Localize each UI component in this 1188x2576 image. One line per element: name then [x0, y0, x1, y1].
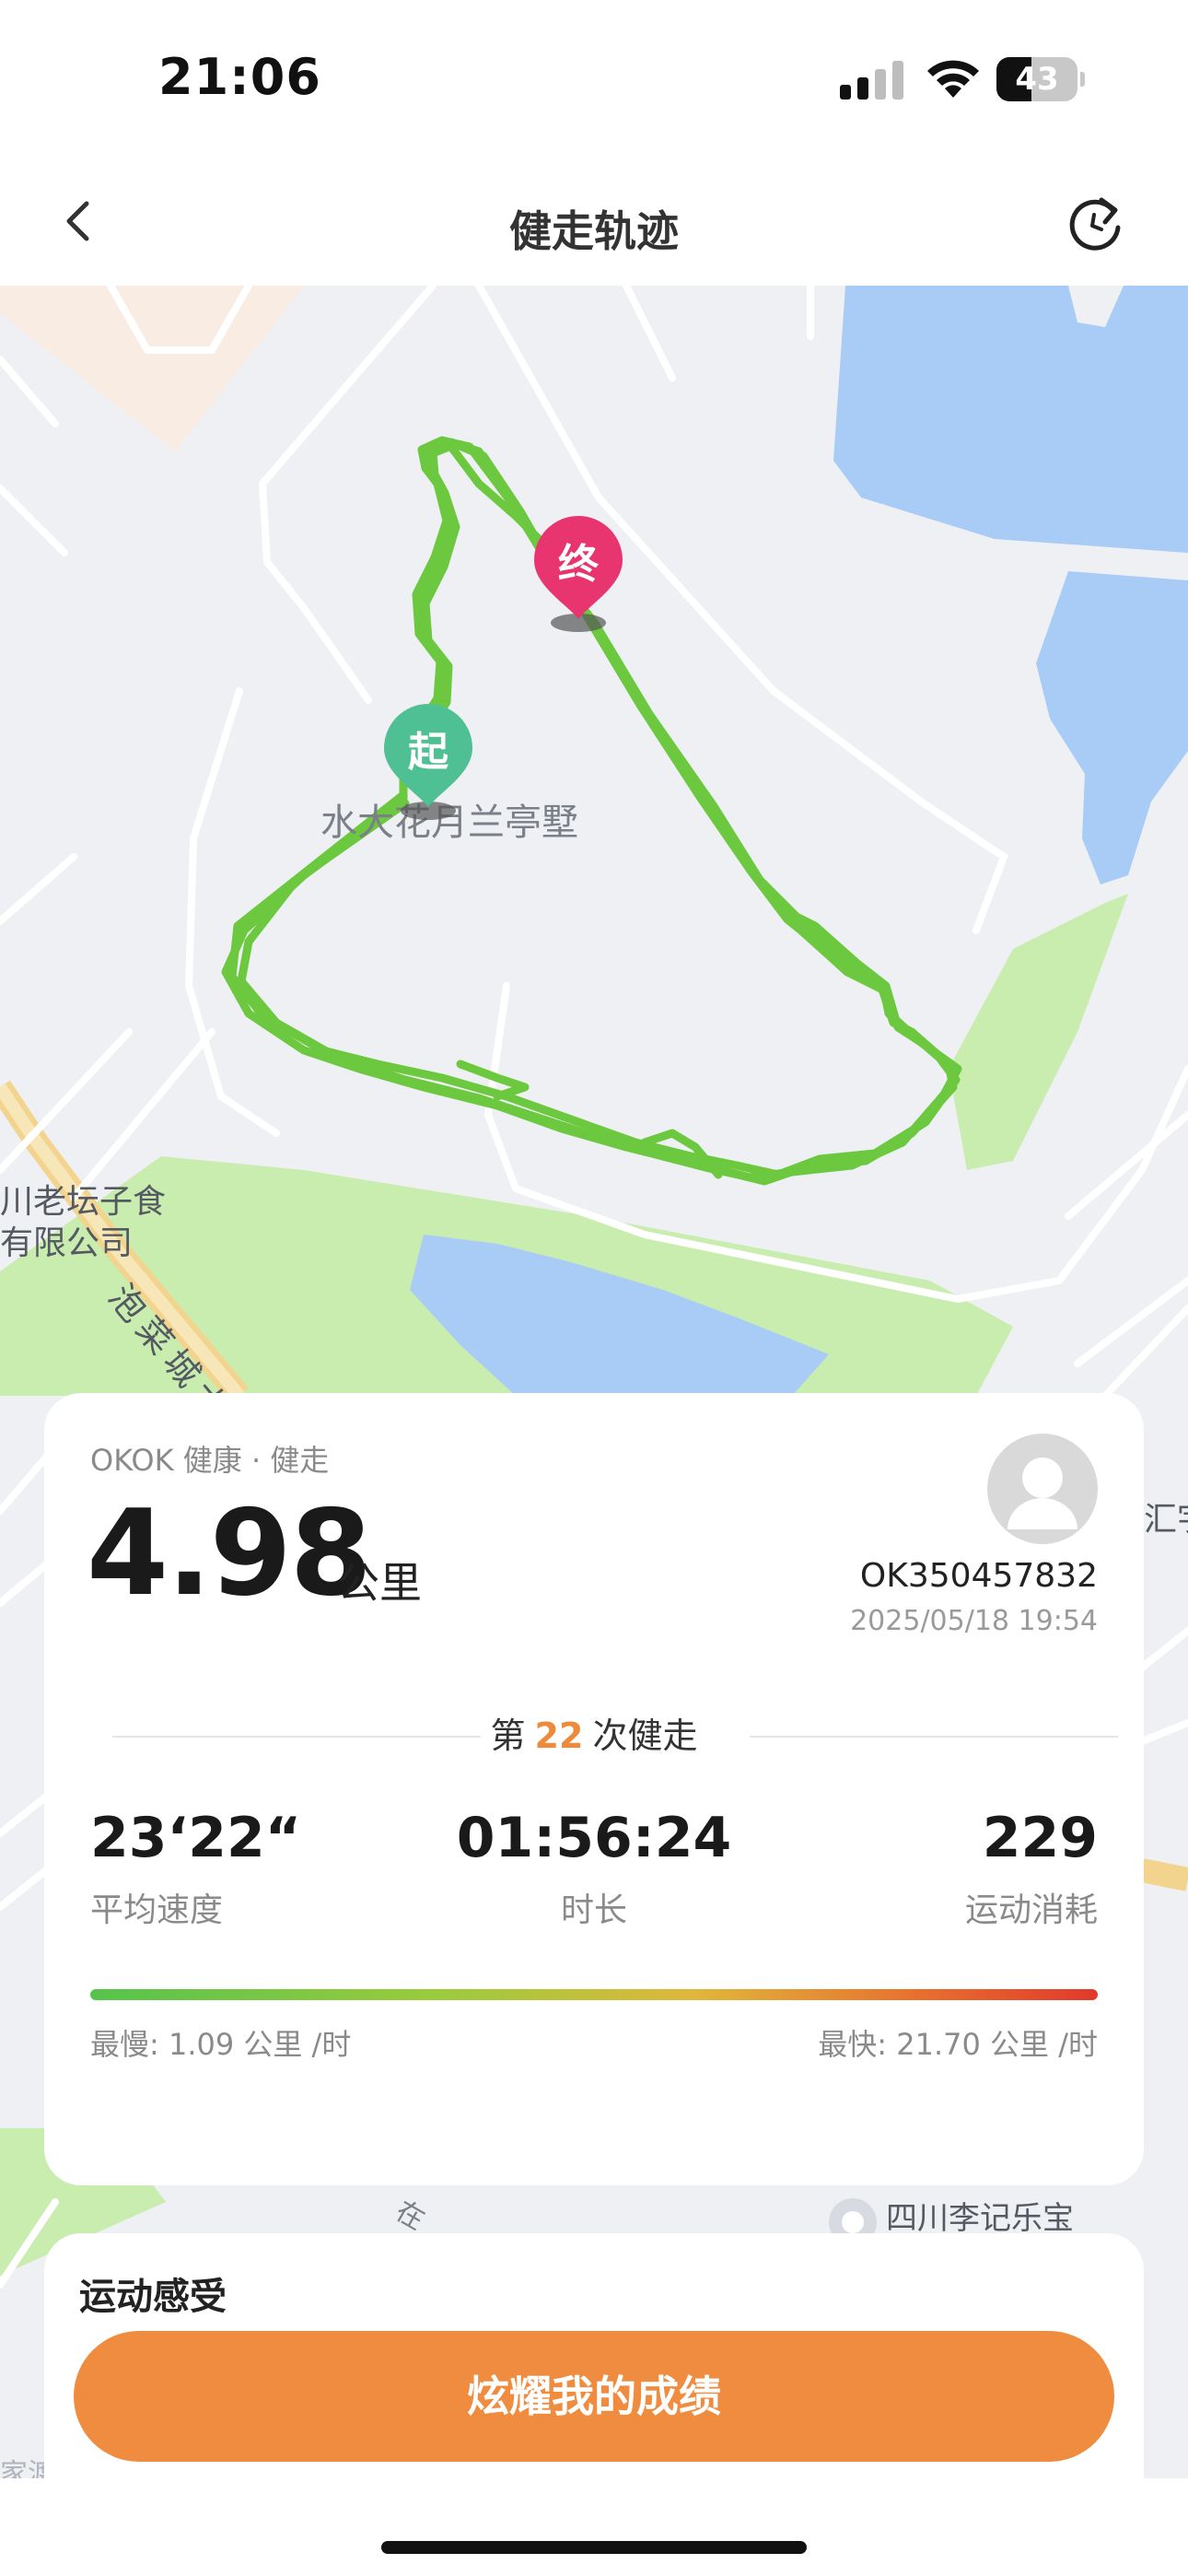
duration-metric: 01:56:24 时长: [410, 1806, 778, 1931]
share-button[interactable]: 炫耀我的成绩: [74, 2331, 1114, 2462]
distance-unit: 公里: [337, 1558, 422, 1608]
refresh-button[interactable]: [1065, 191, 1129, 255]
map-label-company-line2: 有限公司: [0, 1224, 134, 1262]
walk-count-text: 第 22 次健走: [44, 1708, 1144, 1763]
user-icon: [1007, 1458, 1077, 1529]
wifi-icon: [927, 60, 979, 98]
map-label-right-edge: 汇宇: [1144, 1501, 1188, 1539]
status-bar: 21:06 43: [0, 0, 1188, 161]
calories-value: 229: [982, 1806, 1098, 1870]
signal-icon: [840, 61, 903, 100]
end-pin[interactable]: 终: [530, 514, 626, 632]
walk-count-suffix: 次健走: [592, 1715, 698, 1756]
walk-count-number: 22: [534, 1715, 584, 1756]
avg-speed-metric: 23‘22“ 平均速度: [90, 1806, 301, 1931]
stats-card: OKOK 健康 · 健走 4.98 公里 OK350457832 2025/05…: [44, 1393, 1144, 2185]
duration-label: 时长: [560, 1891, 627, 1929]
brand-label: OKOK 健康 · 健走: [90, 1443, 330, 1478]
nav-bar: 健走轨迹: [0, 161, 1188, 286]
battery-icon: 43: [996, 57, 1085, 101]
start-pin[interactable]: 起: [380, 702, 476, 820]
calories-metric: 229 运动消耗: [965, 1806, 1098, 1931]
status-time: 21:06: [158, 48, 321, 106]
refresh-icon: [1069, 197, 1121, 251]
speed-gradient-bar: [90, 1989, 1098, 2000]
page-title: 健走轨迹: [509, 206, 679, 256]
bottom-bar: [0, 2478, 1188, 2576]
record-date: 2025/05/18 19:54: [850, 1605, 1098, 1637]
slowest-speed: 最慢: 1.09 公里 /时: [90, 2027, 352, 2062]
walk-count-row: 第 22 次健走: [44, 1708, 1144, 1763]
calories-label: 运动消耗: [964, 1891, 1098, 1929]
duration-value: 01:56:24: [456, 1806, 732, 1870]
walk-count-prefix: 第: [490, 1715, 526, 1756]
start-pin-label: 起: [408, 729, 448, 776]
home-indicator[interactable]: [381, 2541, 807, 2554]
feeling-title: 运动感受: [79, 2276, 227, 2318]
user-id: OK350457832: [859, 1557, 1098, 1595]
avg-speed-value: 23‘22“: [90, 1806, 302, 1870]
avatar[interactable]: [987, 1434, 1098, 1544]
map-label-bottom-right: 四川李记乐宝: [886, 2200, 1074, 2237]
avg-speed-label: 平均速度: [90, 1891, 224, 1929]
distance-value: 4.98: [87, 1485, 372, 1622]
battery-level: 43: [1015, 61, 1059, 98]
fastest-speed: 最快: 21.70 公里 /时: [818, 2027, 1098, 2062]
end-pin-label: 终: [558, 541, 599, 588]
